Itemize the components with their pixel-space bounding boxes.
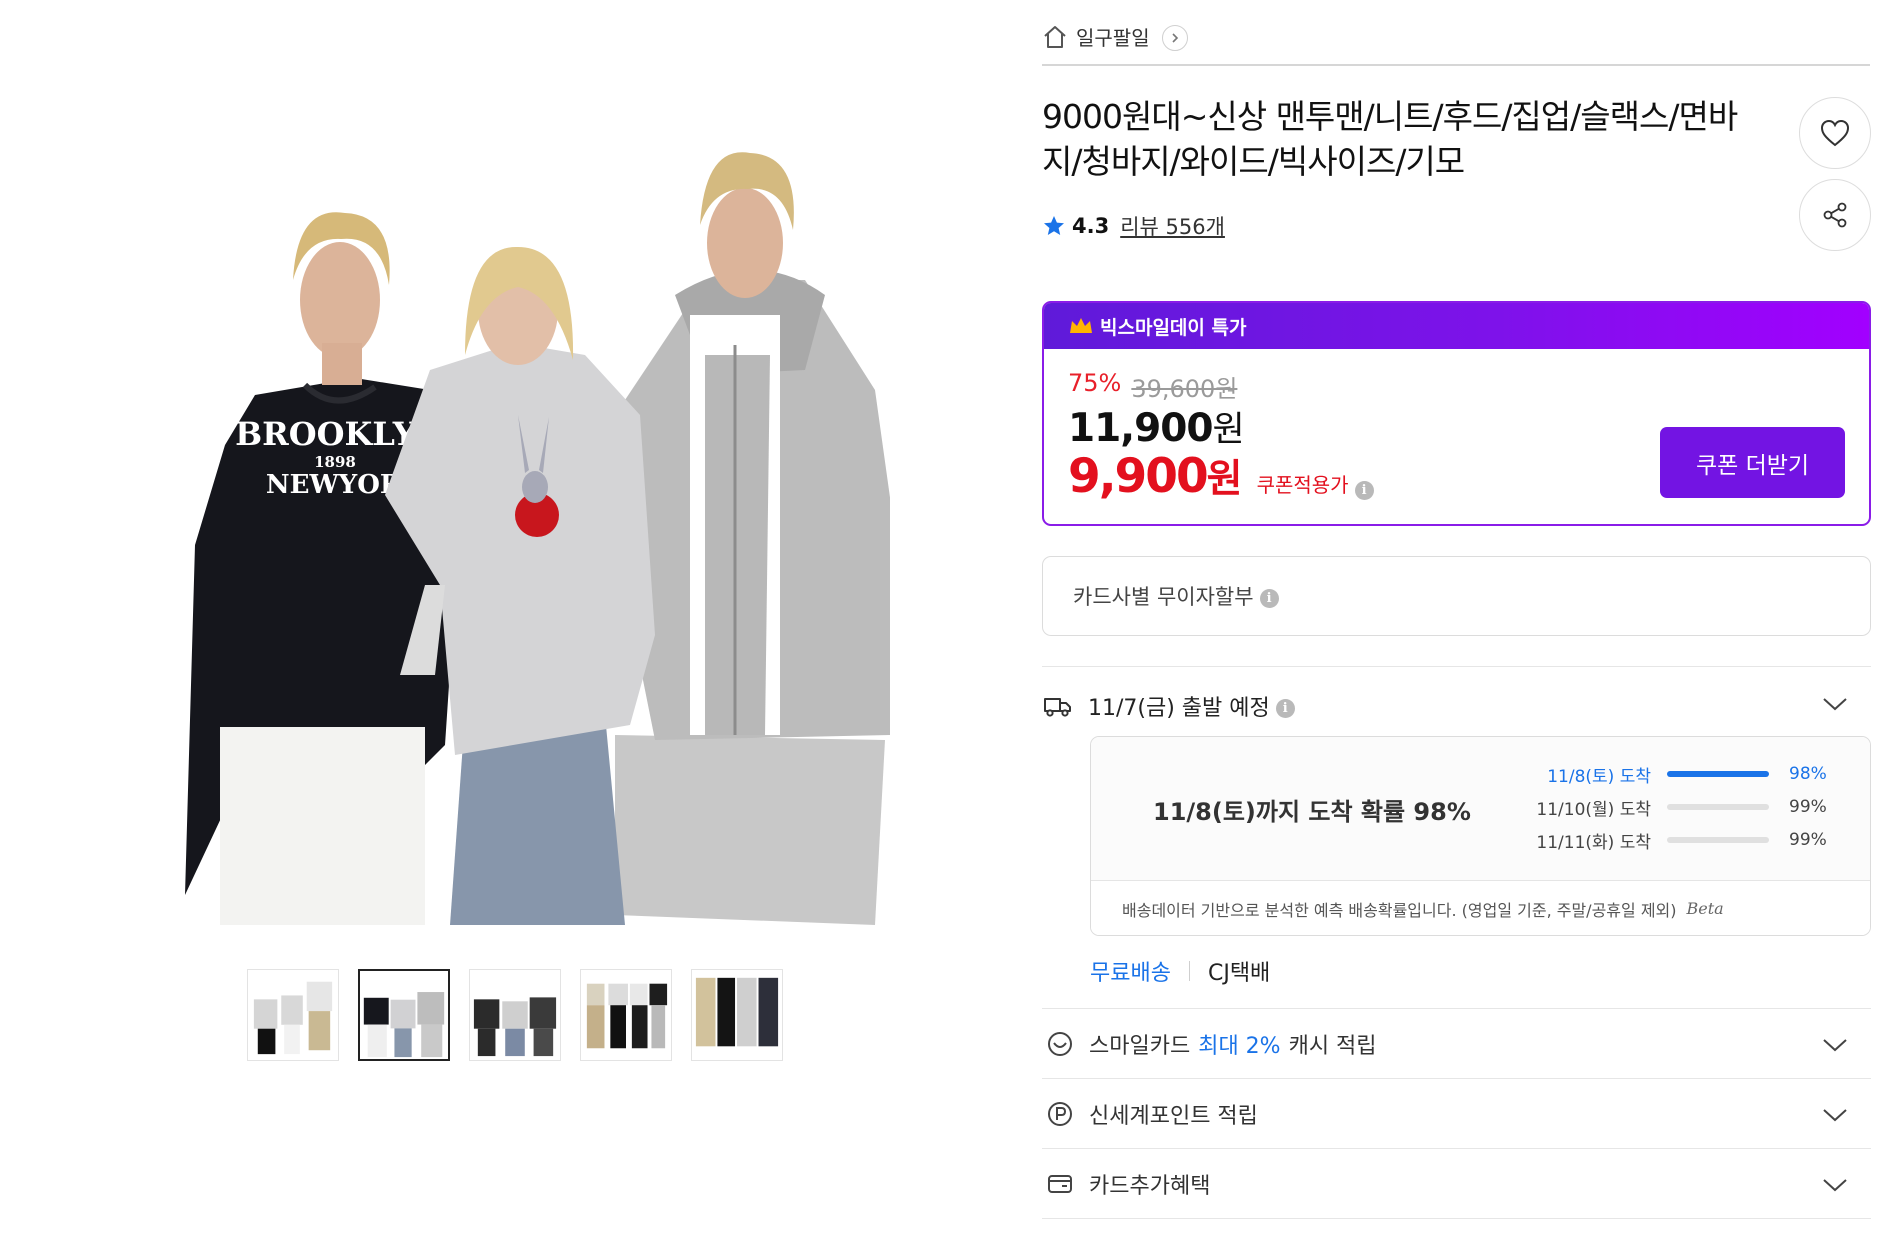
thumbnail-2[interactable]: [358, 969, 450, 1061]
arrival-footnote: 배송데이터 기반으로 분석한 예측 배송확률입니다. (영업일 기준, 주말/공…: [1091, 880, 1870, 935]
smile-icon: [1048, 1031, 1072, 1056]
arrival-probability-panel: 11/8(토)까지 도착 확률 98% 11/8(토) 도착 98% 11/10…: [1090, 736, 1871, 936]
smile-card-prefix: 스마일카드: [1089, 1033, 1191, 1059]
installment-box[interactable]: 카드사별 무이자할부 i: [1042, 556, 1871, 636]
original-price: 39,600원: [1131, 375, 1238, 403]
info-icon[interactable]: i: [1354, 481, 1374, 500]
chevron-down-icon[interactable]: [1821, 1175, 1849, 1195]
benefit-row-card-extra[interactable]: 카드추가혜택: [1042, 1148, 1871, 1218]
beta-label: Beta: [1686, 899, 1724, 918]
rating-summary: 4.3 리뷰 556개: [1042, 211, 1225, 241]
point-p-icon: [1048, 1101, 1072, 1126]
deal-header-label: 빅스마일데이 특가: [1100, 316, 1247, 339]
share-icon: [1823, 202, 1847, 228]
shinsegae-point-label: 신세계포인트 적립: [1089, 1103, 1258, 1129]
arrival-headline: 11/8(토)까지 도착 확률 98%: [1153, 798, 1471, 826]
thumbnail-5[interactable]: [691, 969, 783, 1061]
model-right: [615, 152, 890, 925]
thumbnail-4[interactable]: [580, 969, 672, 1061]
wish-button[interactable]: [1799, 97, 1871, 169]
product-main-image: BROOKLYN 1898 NEWYORK: [185, 115, 890, 925]
card-extra-label: 카드추가혜택: [1089, 1173, 1211, 1199]
chevron-down-icon[interactable]: [1821, 1035, 1849, 1055]
heart-icon: [1820, 119, 1850, 147]
benefit-row-smile-card[interactable]: 스마일카드 최대 2% 캐시 적립: [1042, 1008, 1871, 1078]
arrival-probability-row: 11/10(월) 도착 99%: [1531, 792, 1841, 822]
coupon-price-unit: 원: [1206, 457, 1243, 502]
print-year: 1898: [314, 453, 356, 471]
probability-bar: [1667, 771, 1769, 777]
probability-bar: [1667, 837, 1769, 843]
carrier-name: CJ택배: [1207, 961, 1271, 986]
arrival-date-label: 11/10(월) 도착: [1536, 799, 1651, 820]
deal-box: 빅스마일데이 특가 75% 39,600원 11,900원 9,900 원 쿠폰…: [1042, 301, 1871, 526]
home-icon[interactable]: [1042, 24, 1068, 50]
departure-date: 11/7(금) 출발 예정: [1088, 696, 1270, 721]
discount-row: 75% 39,600원: [1068, 369, 1237, 404]
probability-bar: [1667, 804, 1769, 810]
discount-percent: 75%: [1068, 369, 1122, 397]
chevron-down-icon[interactable]: [1821, 1105, 1849, 1125]
breadcrumb-shop-name[interactable]: 일구팔일: [1076, 24, 1150, 52]
info-icon[interactable]: i: [1259, 588, 1279, 608]
probability-percent: 99%: [1789, 797, 1827, 817]
coupon-price: 9,900 원 쿠폰적용가 i: [1068, 448, 1374, 504]
sale-price-amount: 11,900: [1068, 406, 1213, 451]
share-button[interactable]: [1799, 179, 1871, 251]
product-title: 9000원대~신상 맨투맨/니트/후드/집업/슬랙스/면바지/청바지/와이드/빅…: [1042, 97, 1738, 181]
sale-price-unit: 원: [1212, 410, 1245, 450]
smile-card-suffix: 캐시 적립: [1288, 1033, 1377, 1059]
arrival-footnote-text: 배송데이터 기반으로 분석한 예측 배송확률입니다. (영업일 기준, 주말/공…: [1122, 900, 1677, 920]
probability-percent: 99%: [1789, 830, 1827, 850]
smile-card-highlight: 최대 2%: [1198, 1033, 1281, 1059]
coupon-price-amount: 9,900: [1068, 449, 1209, 504]
rating-score: 4.3: [1072, 214, 1110, 238]
breadcrumb: 일구팔일: [1042, 24, 1870, 66]
thumbnail-strip: [247, 969, 783, 1061]
chevron-down-icon[interactable]: [1821, 694, 1849, 714]
crown-icon: [1070, 318, 1092, 333]
arrival-date-label: 11/11(화) 도착: [1536, 832, 1651, 853]
divider: [1188, 961, 1190, 981]
shipping-departure-row[interactable]: 11/7(금) 출발 예정 i: [1042, 686, 1871, 726]
card-icon: [1048, 1174, 1072, 1193]
sale-price: 11,900원: [1068, 401, 1245, 452]
star-icon: [1044, 216, 1064, 235]
benefit-row-shinsegae-point[interactable]: 신세계포인트 적립: [1042, 1078, 1871, 1148]
coupon-more-button[interactable]: 쿠폰 더받기: [1660, 427, 1845, 498]
divider: [1042, 666, 1871, 667]
thumbnail-3[interactable]: [469, 969, 561, 1061]
arrival-probability-row: 11/8(토) 도착 98%: [1531, 759, 1841, 789]
chevron-right-icon[interactable]: [1161, 25, 1188, 51]
info-icon[interactable]: i: [1275, 698, 1295, 718]
thumbnail-1[interactable]: [247, 969, 339, 1061]
installment-label: 카드사별 무이자할부: [1073, 585, 1254, 609]
deal-header: 빅스마일데이 특가: [1044, 303, 1869, 349]
shipping-method: 무료배송 CJ택배: [1090, 955, 1270, 987]
arrival-date-label: 11/8(토) 도착: [1547, 766, 1651, 787]
divider: [1042, 1218, 1871, 1219]
probability-percent: 98%: [1789, 764, 1827, 784]
coupon-price-note: 쿠폰적용가: [1256, 473, 1349, 497]
free-shipping-link[interactable]: 무료배송: [1090, 955, 1171, 987]
truck-icon: [1044, 698, 1071, 717]
arrival-probability-row: 11/11(화) 도착 99%: [1531, 825, 1841, 855]
review-count-link[interactable]: 리뷰 556개: [1120, 211, 1225, 241]
